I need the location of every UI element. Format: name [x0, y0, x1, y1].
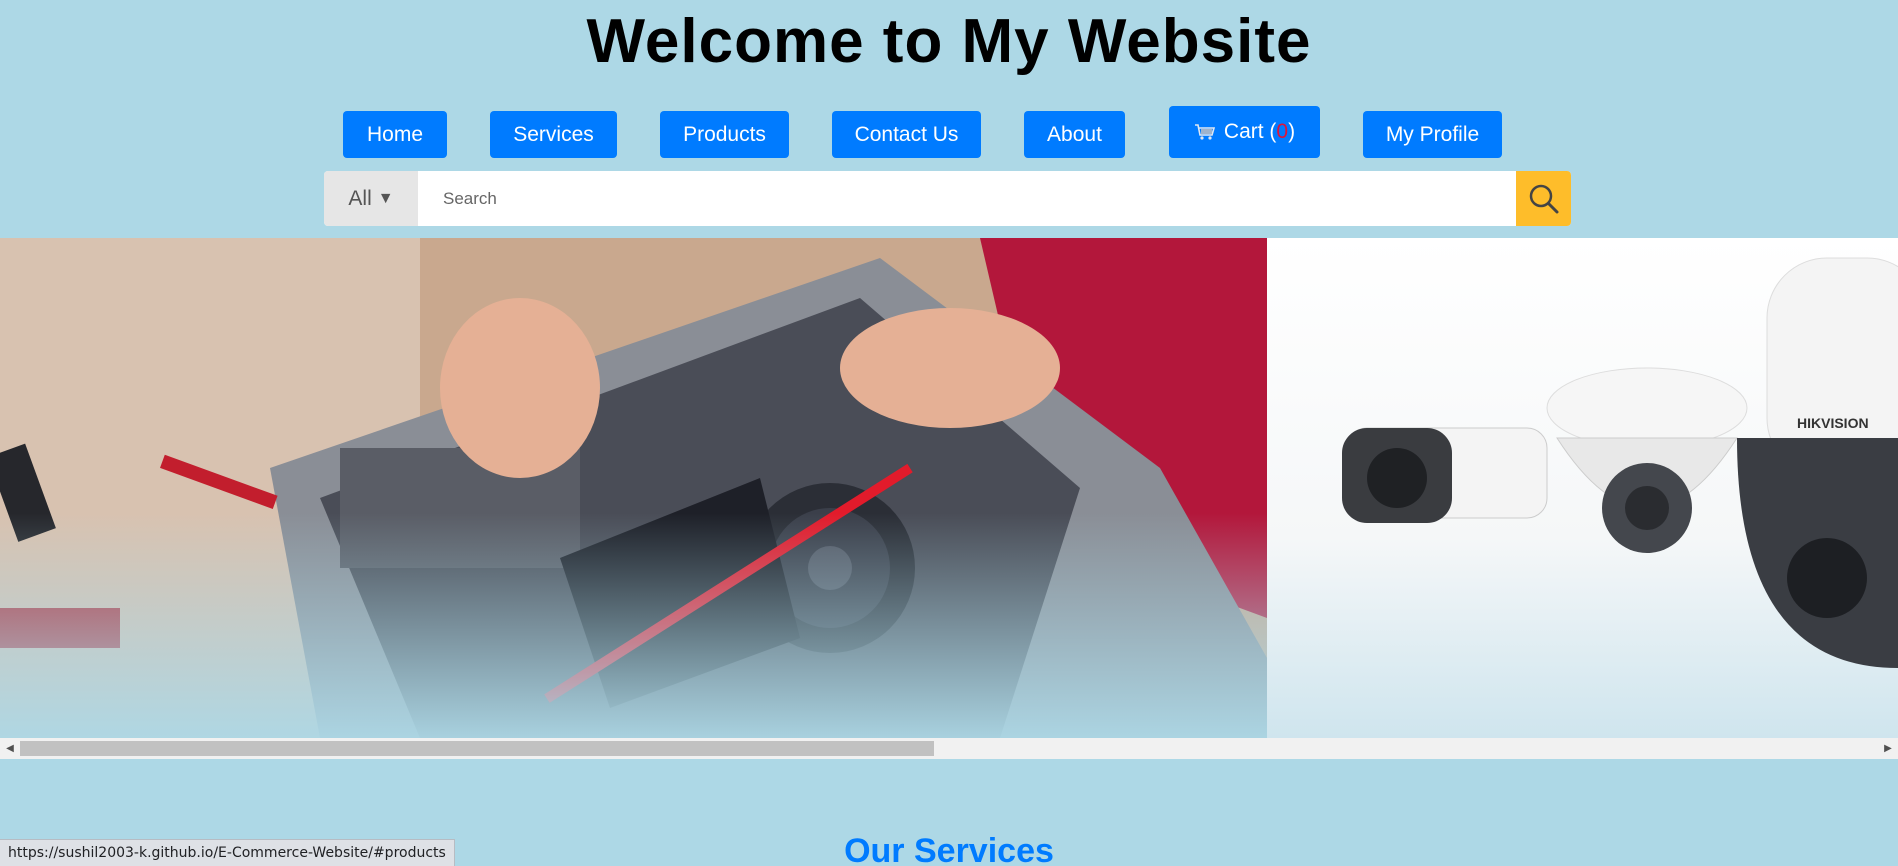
security-cameras-image: HIKVISION [1267, 238, 1898, 738]
search-icon [1529, 184, 1558, 213]
hikvision-logo: HIKVISION [1797, 415, 1869, 431]
status-bar-url: https://sushil2003-k.github.io/E-Commerc… [0, 839, 455, 866]
horizontal-scrollbar[interactable]: ◀ ▶ [0, 738, 1898, 759]
cart-label-suffix: ) [1288, 120, 1296, 143]
search-bar: All ▼ [324, 171, 1571, 226]
search-input[interactable] [418, 171, 1516, 226]
cart-icon [1194, 123, 1216, 141]
scrollbar-thumb[interactable] [20, 741, 934, 756]
nav-products-button[interactable]: Products [660, 111, 789, 158]
nav-home-button[interactable]: Home [343, 111, 447, 158]
search-button[interactable] [1516, 171, 1571, 226]
nav-contact-button[interactable]: Contact Us [832, 111, 981, 158]
nav-services-button[interactable]: Services [490, 111, 617, 158]
dropdown-arrow-icon: ▼ [377, 189, 394, 207]
search-category-dropdown[interactable]: All ▼ [324, 171, 418, 226]
nav-cart-button[interactable]: Cart (0) [1169, 106, 1320, 158]
cart-label: Cart ( [1223, 120, 1277, 143]
cart-count: 0 [1276, 120, 1289, 143]
scroll-right-arrow-icon[interactable]: ▶ [1878, 738, 1898, 759]
scroll-left-arrow-icon[interactable]: ◀ [0, 738, 20, 759]
search-category-label: All [348, 186, 372, 210]
main-nav: Home Services Products Contact Us About … [0, 106, 1898, 159]
nav-profile-button[interactable]: My Profile [1363, 111, 1502, 158]
page-title: Welcome to My Website [586, 7, 1312, 76]
nav-about-button[interactable]: About [1024, 111, 1125, 158]
computer-repair-image [0, 238, 1267, 738]
hero-carousel[interactable]: HIKVISION [0, 238, 1898, 738]
